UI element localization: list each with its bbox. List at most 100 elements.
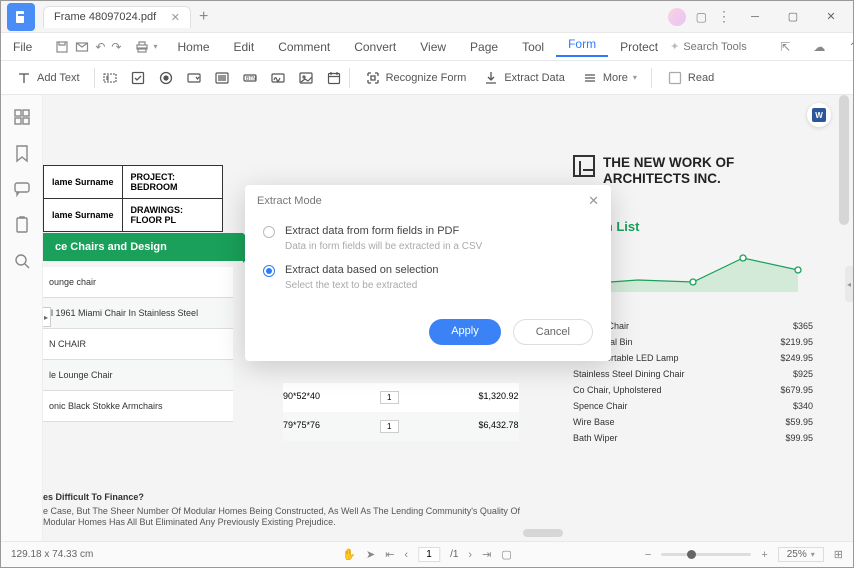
svg-text:BTN: BTN — [246, 76, 256, 82]
signature-field-icon[interactable] — [269, 69, 287, 87]
last-page-icon[interactable]: ⇥ — [482, 548, 491, 561]
chevron-down-icon: ▾ — [633, 73, 637, 82]
wand-icon: ✦ — [670, 40, 679, 53]
tab-close-icon[interactable]: ✕ — [171, 11, 180, 24]
hand-tool-icon[interactable]: ✋ — [342, 548, 356, 561]
menubar: File ↶ ↷ ▾ HomeEditCommentConvertViewPag… — [1, 33, 853, 61]
read-toggle[interactable]: Read — [658, 69, 722, 87]
close-button[interactable]: ✕ — [817, 5, 845, 29]
cloud-upload-icon[interactable]: ☁ — [810, 38, 828, 56]
menu-view[interactable]: View — [408, 40, 458, 54]
fit-page-icon[interactable]: ▢ — [501, 548, 511, 561]
extract-data-button[interactable]: Extract Data — [474, 69, 573, 87]
expand-arrow-icon[interactable]: ▸ — [43, 307, 51, 327]
expand-icon[interactable]: ⌃ — [844, 38, 854, 56]
table-cell: lame Surname — [44, 199, 123, 232]
price-row: Bath Wiper$99.95 — [573, 430, 813, 446]
attachment-icon[interactable] — [12, 215, 32, 235]
bottom-paragraph: es Difficult To Finance? e Case, But The… — [43, 492, 543, 529]
paragraph-body: e Case, But The Sheer Number Of Modular … — [43, 506, 543, 529]
search-panel-icon[interactable] — [12, 251, 32, 271]
section-banner: ce Chairs and Design — [43, 233, 243, 261]
search-input[interactable] — [683, 41, 763, 53]
undo-icon[interactable]: ↶ — [95, 38, 105, 56]
dialog-close-icon[interactable]: ✕ — [588, 193, 599, 209]
maximize-button[interactable]: ▢ — [779, 5, 807, 29]
button-field-icon[interactable]: BTN — [241, 69, 259, 87]
comment-icon[interactable] — [12, 179, 32, 199]
recognize-form-button[interactable]: Recognize Form — [356, 69, 475, 87]
company-title-1: THE NEW WORK OF — [603, 155, 734, 171]
option-form-fields[interactable]: Extract data from form fields in PDF Dat… — [263, 225, 593, 252]
right-panel-handle[interactable]: ◂ — [845, 266, 853, 302]
vertical-scrollbar[interactable] — [837, 95, 851, 523]
next-page-icon[interactable]: › — [468, 549, 472, 561]
list-item: le Lounge Chair — [43, 360, 233, 391]
radio-field-icon[interactable] — [157, 69, 175, 87]
menu-tool[interactable]: Tool — [510, 40, 556, 54]
menu-page[interactable]: Page — [458, 40, 510, 54]
zoom-dropdown[interactable]: 25%▾ — [778, 547, 824, 562]
zoom-slider[interactable] — [661, 553, 751, 556]
menu-convert[interactable]: Convert — [342, 40, 408, 54]
image-field-icon[interactable] — [297, 69, 315, 87]
price-row: Co Chair, Upholstered$679.95 — [573, 382, 813, 398]
new-tab-button[interactable]: + — [199, 8, 208, 26]
table-row: 90*52*401$1,320.92 — [283, 383, 519, 412]
zoom-out-icon[interactable]: − — [645, 549, 651, 561]
more-button[interactable]: More ▾ — [573, 69, 645, 87]
text-field-icon[interactable] — [101, 69, 119, 87]
account-avatar[interactable] — [668, 8, 686, 26]
prev-page-icon[interactable]: ‹ — [404, 549, 408, 561]
menu-form[interactable]: Form — [556, 37, 608, 57]
open-external-icon[interactable]: ⇱ — [776, 38, 794, 56]
menu-protect[interactable]: Protect — [608, 40, 670, 54]
price-row: Stainless Steel Dining Chair$925 — [573, 366, 813, 382]
menu-edit[interactable]: Edit — [222, 40, 267, 54]
table-cell: PROJECT: BEDROOM — [122, 166, 222, 199]
table-cell: DRAWINGS: FLOOR PL — [122, 199, 222, 232]
kebab-menu-icon[interactable]: ⋮ — [717, 8, 731, 25]
file-menu[interactable]: File — [1, 40, 44, 54]
menu-comment[interactable]: Comment — [266, 40, 342, 54]
apply-button[interactable]: Apply — [429, 319, 501, 345]
dropdown-field-icon[interactable] — [185, 69, 203, 87]
print-icon[interactable] — [135, 38, 149, 56]
menu-home[interactable]: Home — [165, 40, 221, 54]
save-icon[interactable] — [55, 38, 69, 56]
option-label: Extract data from form fields in PDF — [285, 225, 482, 237]
export-word-button[interactable]: W — [807, 103, 831, 127]
print-chevron-icon[interactable]: ▾ — [153, 42, 157, 51]
notification-icon[interactable]: ▢ — [696, 10, 707, 24]
horizontal-scrollbar[interactable] — [43, 527, 813, 539]
listbox-field-icon[interactable] — [213, 69, 231, 87]
page-input[interactable] — [418, 547, 440, 562]
company-title-2: ARCHITECTS INC. — [603, 171, 734, 187]
more-icon — [581, 69, 599, 87]
list-item: onic Black Stokke Armchairs — [43, 391, 233, 422]
app-icon — [7, 3, 35, 31]
search-tools[interactable]: ✦ — [670, 40, 763, 53]
table-cell: lame Surname — [44, 166, 123, 199]
doc-left-table: lame SurnamePROJECT: BEDROOM lame Surnam… — [43, 165, 223, 232]
bookmark-icon[interactable] — [12, 143, 32, 163]
date-field-icon[interactable] — [325, 69, 343, 87]
select-tool-icon[interactable]: ➤ — [366, 548, 375, 561]
dialog-title: Extract Mode — [257, 195, 322, 207]
add-text-button[interactable]: Add Text — [7, 69, 88, 87]
mail-icon[interactable] — [75, 38, 89, 56]
minimize-button[interactable]: ─ — [741, 5, 769, 29]
list-item: N CHAIR — [43, 329, 233, 360]
statusbar: 129.18 x 74.33 cm ✋ ➤ ⇤ ‹ /1 › ⇥ ▢ − + 2… — [1, 541, 853, 567]
tab-label: Frame 48097024.pdf — [54, 11, 156, 23]
thumbnails-icon[interactable] — [12, 107, 32, 127]
checkbox-field-icon[interactable] — [129, 69, 147, 87]
cancel-button[interactable]: Cancel — [513, 319, 593, 345]
form-toolbar: Add Text BTN Recognize Form Extract Data… — [1, 61, 853, 95]
first-page-icon[interactable]: ⇤ — [385, 548, 394, 561]
fit-width-icon[interactable]: ⊞ — [834, 548, 843, 561]
zoom-in-icon[interactable]: + — [761, 549, 767, 561]
redo-icon[interactable]: ↷ — [111, 38, 121, 56]
document-tab[interactable]: Frame 48097024.pdf ✕ — [43, 6, 191, 28]
option-selection[interactable]: Extract data based on selection Select t… — [263, 264, 593, 291]
